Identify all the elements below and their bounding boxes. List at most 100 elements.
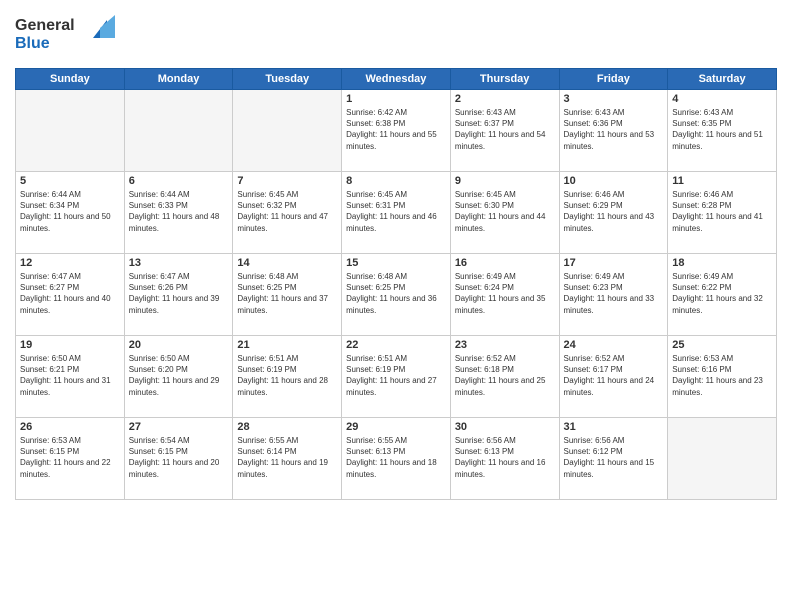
calendar-cell: 12 Sunrise: 6:47 AMSunset: 6:27 PMDayligh… — [16, 254, 125, 336]
day-number: 28 — [237, 421, 337, 433]
day-info: Sunrise: 6:47 AMSunset: 6:26 PMDaylight:… — [129, 271, 229, 316]
calendar-cell: 27 Sunrise: 6:54 AMSunset: 6:15 PMDayligh… — [124, 418, 233, 500]
calendar-cell: 14 Sunrise: 6:48 AMSunset: 6:25 PMDayligh… — [233, 254, 342, 336]
day-number: 31 — [564, 421, 664, 433]
day-number: 19 — [20, 339, 120, 351]
day-number: 11 — [672, 175, 772, 187]
day-info: Sunrise: 6:44 AMSunset: 6:33 PMDaylight:… — [129, 189, 229, 234]
day-info: Sunrise: 6:56 AMSunset: 6:13 PMDaylight:… — [455, 435, 555, 480]
day-number: 22 — [346, 339, 446, 351]
day-number: 2 — [455, 93, 555, 105]
day-number: 26 — [20, 421, 120, 433]
day-number: 1 — [346, 93, 446, 105]
week-row-2: 5Sunrise: 6:44 AMSunset: 6:34 PMDaylight… — [16, 172, 777, 254]
day-info: Sunrise: 6:50 AMSunset: 6:21 PMDaylight:… — [20, 353, 120, 398]
calendar-cell: 20 Sunrise: 6:50 AMSunset: 6:20 PMDayligh… — [124, 336, 233, 418]
day-number: 27 — [129, 421, 229, 433]
calendar-cell: 28 Sunrise: 6:55 AMSunset: 6:14 PMDayligh… — [233, 418, 342, 500]
calendar-cell: 16Sunrise: 6:49 AMSunset: 6:24 PMDayligh… — [450, 254, 559, 336]
calendar-cell: 22 Sunrise: 6:51 AMSunset: 6:19 PMDayligh… — [342, 336, 451, 418]
day-info: Sunrise: 6:44 AMSunset: 6:34 PMDaylight:… — [20, 189, 120, 234]
day-number: 7 — [237, 175, 337, 187]
day-info: Sunrise: 6:43 AMSunset: 6:37 PMDaylight:… — [455, 107, 555, 152]
day-number: 21 — [237, 339, 337, 351]
day-info: Sunrise: 6:49 AMSunset: 6:22 PMDaylight:… — [672, 271, 772, 316]
header: General Blue — [15, 10, 777, 60]
calendar-cell — [124, 90, 233, 172]
day-info: Sunrise: 6:50 AMSunset: 6:20 PMDaylight:… — [129, 353, 229, 398]
day-info: Sunrise: 6:45 AMSunset: 6:32 PMDaylight:… — [237, 189, 337, 234]
calendar-cell: 5Sunrise: 6:44 AMSunset: 6:34 PMDaylight… — [16, 172, 125, 254]
day-number: 8 — [346, 175, 446, 187]
weekday-header-thursday: Thursday — [450, 69, 559, 90]
day-number: 20 — [129, 339, 229, 351]
week-row-1: 1 Sunrise: 6:42 AMSunset: 6:38 PMDaylight… — [16, 90, 777, 172]
weekday-header-saturday: Saturday — [668, 69, 777, 90]
svg-text:General: General — [15, 17, 75, 34]
day-info: Sunrise: 6:55 AMSunset: 6:14 PMDaylight:… — [237, 435, 337, 480]
calendar-cell: 15Sunrise: 6:48 AMSunset: 6:25 PMDayligh… — [342, 254, 451, 336]
day-info: Sunrise: 6:42 AMSunset: 6:38 PMDaylight:… — [346, 107, 446, 152]
calendar-cell: 7 Sunrise: 6:45 AMSunset: 6:32 PMDaylight… — [233, 172, 342, 254]
day-info: Sunrise: 6:53 AMSunset: 6:15 PMDaylight:… — [20, 435, 120, 480]
calendar-cell: 18 Sunrise: 6:49 AMSunset: 6:22 PMDayligh… — [668, 254, 777, 336]
calendar-cell: 1 Sunrise: 6:42 AMSunset: 6:38 PMDaylight… — [342, 90, 451, 172]
calendar-cell: 30 Sunrise: 6:56 AMSunset: 6:13 PMDayligh… — [450, 418, 559, 500]
week-row-3: 12 Sunrise: 6:47 AMSunset: 6:27 PMDayligh… — [16, 254, 777, 336]
day-info: Sunrise: 6:51 AMSunset: 6:19 PMDaylight:… — [346, 353, 446, 398]
week-row-4: 19 Sunrise: 6:50 AMSunset: 6:21 PMDayligh… — [16, 336, 777, 418]
svg-text:Blue: Blue — [15, 35, 50, 52]
calendar-cell: 29Sunrise: 6:55 AMSunset: 6:13 PMDayligh… — [342, 418, 451, 500]
day-number: 24 — [564, 339, 664, 351]
day-number: 16 — [455, 257, 555, 269]
weekday-header-wednesday: Wednesday — [342, 69, 451, 90]
calendar-cell — [233, 90, 342, 172]
weekday-header-friday: Friday — [559, 69, 668, 90]
day-number: 4 — [672, 93, 772, 105]
calendar-cell: 21Sunrise: 6:51 AMSunset: 6:19 PMDayligh… — [233, 336, 342, 418]
day-number: 13 — [129, 257, 229, 269]
day-number: 14 — [237, 257, 337, 269]
day-number: 29 — [346, 421, 446, 433]
weekday-header-monday: Monday — [124, 69, 233, 90]
day-number: 17 — [564, 257, 664, 269]
calendar-cell: 23Sunrise: 6:52 AMSunset: 6:18 PMDayligh… — [450, 336, 559, 418]
calendar-cell — [16, 90, 125, 172]
day-info: Sunrise: 6:54 AMSunset: 6:15 PMDaylight:… — [129, 435, 229, 480]
calendar-cell: 19 Sunrise: 6:50 AMSunset: 6:21 PMDayligh… — [16, 336, 125, 418]
weekday-header-sunday: Sunday — [16, 69, 125, 90]
day-info: Sunrise: 6:48 AMSunset: 6:25 PMDaylight:… — [237, 271, 337, 316]
day-number: 30 — [455, 421, 555, 433]
calendar-cell: 25Sunrise: 6:53 AMSunset: 6:16 PMDayligh… — [668, 336, 777, 418]
logo: General Blue — [15, 10, 125, 60]
day-info: Sunrise: 6:45 AMSunset: 6:30 PMDaylight:… — [455, 189, 555, 234]
calendar-cell: 24 Sunrise: 6:52 AMSunset: 6:17 PMDayligh… — [559, 336, 668, 418]
calendar-cell: 6Sunrise: 6:44 AMSunset: 6:33 PMDaylight… — [124, 172, 233, 254]
day-info: Sunrise: 6:56 AMSunset: 6:12 PMDaylight:… — [564, 435, 664, 480]
day-info: Sunrise: 6:52 AMSunset: 6:17 PMDaylight:… — [564, 353, 664, 398]
day-info: Sunrise: 6:43 AMSunset: 6:36 PMDaylight:… — [564, 107, 664, 152]
calendar-cell: 8 Sunrise: 6:45 AMSunset: 6:31 PMDaylight… — [342, 172, 451, 254]
calendar-table: SundayMondayTuesdayWednesdayThursdayFrid… — [15, 68, 777, 500]
calendar-cell: 10 Sunrise: 6:46 AMSunset: 6:29 PMDayligh… — [559, 172, 668, 254]
day-number: 23 — [455, 339, 555, 351]
day-number: 18 — [672, 257, 772, 269]
calendar-cell: 31 Sunrise: 6:56 AMSunset: 6:12 PMDayligh… — [559, 418, 668, 500]
day-number: 9 — [455, 175, 555, 187]
day-info: Sunrise: 6:46 AMSunset: 6:29 PMDaylight:… — [564, 189, 664, 234]
calendar-cell: 3Sunrise: 6:43 AMSunset: 6:36 PMDaylight… — [559, 90, 668, 172]
day-number: 10 — [564, 175, 664, 187]
weekday-header-tuesday: Tuesday — [233, 69, 342, 90]
day-info: Sunrise: 6:53 AMSunset: 6:16 PMDaylight:… — [672, 353, 772, 398]
calendar-cell: 2 Sunrise: 6:43 AMSunset: 6:37 PMDaylight… — [450, 90, 559, 172]
calendar-cell: 26 Sunrise: 6:53 AMSunset: 6:15 PMDayligh… — [16, 418, 125, 500]
calendar-cell: 4 Sunrise: 6:43 AMSunset: 6:35 PMDaylight… — [668, 90, 777, 172]
day-info: Sunrise: 6:47 AMSunset: 6:27 PMDaylight:… — [20, 271, 120, 316]
weekday-header-row: SundayMondayTuesdayWednesdayThursdayFrid… — [16, 69, 777, 90]
day-info: Sunrise: 6:43 AMSunset: 6:35 PMDaylight:… — [672, 107, 772, 152]
page: General Blue SundayMondayTuesdayWednesda… — [0, 0, 792, 612]
day-number: 12 — [20, 257, 120, 269]
day-number: 15 — [346, 257, 446, 269]
calendar-cell: 17Sunrise: 6:49 AMSunset: 6:23 PMDayligh… — [559, 254, 668, 336]
day-info: Sunrise: 6:45 AMSunset: 6:31 PMDaylight:… — [346, 189, 446, 234]
